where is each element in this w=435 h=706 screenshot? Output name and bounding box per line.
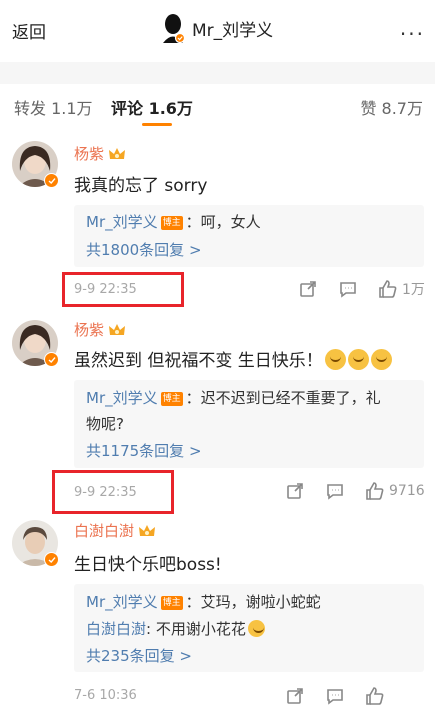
reply-line: Mr_刘学义 博主 ：迟不迟到已经不重要了，礼	[86, 387, 381, 408]
highlight-box	[52, 470, 174, 514]
section-gap	[0, 62, 435, 84]
tab-reposts[interactable]: 转发 1.1万	[14, 95, 93, 119]
reply-text: ：迟不迟到已经不重要了，礼	[185, 389, 381, 407]
reply-text: ：艾玛，谢啦小蛇蛇	[185, 593, 321, 611]
comment-text: 虽然迟到 但祝福不变 生日快乐！	[74, 346, 392, 371]
share-icon	[300, 281, 316, 297]
verified-badge-icon	[44, 352, 59, 367]
laughing-emoji-icon	[324, 349, 346, 370]
comment-icon	[327, 484, 343, 500]
reply-author-name[interactable]: Mr_刘学义	[86, 213, 158, 231]
view-replies-link[interactable]: 共235条回复 >	[86, 645, 192, 666]
comment-button[interactable]	[325, 481, 345, 501]
tab-bar: 转发 1.1万 评论 1.6万 赞 8.7万	[0, 84, 435, 128]
profile-avatar-icon	[160, 13, 186, 44]
thumbs-up-icon	[379, 280, 397, 298]
comment-button[interactable]	[338, 279, 358, 299]
reply-author-name[interactable]: 白澍白澍	[86, 620, 146, 638]
active-tab-indicator	[142, 123, 172, 126]
reply-line: Mr_刘学义 博主 ：呵，女人	[86, 211, 261, 232]
reply-text: : 不用谢小花花	[146, 620, 246, 638]
laughing-emoji-icon	[370, 349, 392, 370]
reply-line: 白澍白澍: 不用谢小花花	[86, 618, 265, 639]
comment-actions: 9716	[285, 481, 425, 501]
comment-actions	[285, 686, 385, 706]
comment-icon	[327, 689, 343, 705]
share-icon	[287, 688, 303, 704]
share-button[interactable]	[285, 686, 305, 706]
reply-line-continued: 物呢?	[86, 415, 124, 433]
like-button[interactable]: 1万	[378, 279, 425, 299]
verified-badge-icon	[44, 552, 59, 567]
highlight-box	[62, 272, 184, 307]
reply-box[interactable]: Mr_刘学义 博主 ：艾玛，谢啦小蛇蛇 白澍白澍: 不用谢小花花 共235条回复 >	[74, 584, 424, 672]
thumbs-up-icon	[366, 482, 384, 500]
more-options-button[interactable]: ...	[400, 16, 425, 40]
author-badge: 博主	[160, 216, 183, 230]
comment-text: 生日快个乐吧boss!	[74, 555, 222, 575]
back-button[interactable]: 返回	[12, 18, 46, 43]
reply-box[interactable]: Mr_刘学义 博主 ：呵，女人 共1800条回复 >	[74, 205, 424, 267]
view-replies-link[interactable]: 共1175条回复 >	[86, 440, 202, 461]
share-button[interactable]	[298, 279, 318, 299]
comment-icon	[340, 282, 356, 298]
reply-box[interactable]: Mr_刘学义 博主 ：迟不迟到已经不重要了，礼 物呢? 共1175条回复 >	[74, 380, 424, 468]
author-badge: 博主	[160, 596, 183, 610]
comment-username[interactable]: 杨紫	[74, 143, 126, 164]
like-button[interactable]	[365, 686, 385, 706]
laughing-emoji-icon	[347, 349, 369, 370]
page-title: Mr_刘学义	[192, 20, 274, 41]
comment-item: 白澍白澍 生日快个乐吧boss! Mr_刘学义 博主 ：艾玛，谢啦小蛇蛇 白澍白澍:…	[0, 512, 435, 706]
tab-likes[interactable]: 赞 8.7万	[360, 95, 423, 119]
like-button[interactable]: 9716	[365, 481, 425, 501]
thumbs-up-icon	[366, 687, 384, 705]
crown-icon	[139, 524, 156, 536]
share-icon	[287, 483, 303, 499]
comment-time: 7-6 10:36	[74, 688, 137, 703]
comment-text: 我真的忘了 sorry	[74, 176, 208, 196]
like-count: 1万	[402, 282, 425, 298]
crown-icon	[109, 323, 126, 335]
verified-badge-icon	[44, 173, 59, 188]
like-count: 9716	[389, 483, 425, 499]
comment-username[interactable]: 杨紫	[74, 319, 126, 340]
comment-button[interactable]	[325, 686, 345, 706]
view-replies-link[interactable]: 共1800条回复 >	[86, 239, 202, 260]
blushing-emoji-icon	[247, 620, 265, 637]
title-area[interactable]: Mr_刘学义	[160, 12, 273, 44]
reply-author-name[interactable]: Mr_刘学义	[86, 593, 158, 611]
share-button[interactable]	[285, 481, 305, 501]
top-bar: 返回 Mr_刘学义 ...	[0, 0, 435, 62]
comment-actions: 1万	[298, 279, 425, 299]
comment-username[interactable]: 白澍白澍	[74, 520, 156, 541]
reply-text: ：呵，女人	[185, 213, 261, 231]
crown-icon	[109, 147, 126, 159]
author-badge: 博主	[160, 392, 183, 406]
reply-author-name[interactable]: Mr_刘学义	[86, 389, 158, 407]
reply-line: Mr_刘学义 博主 ：艾玛，谢啦小蛇蛇	[86, 591, 321, 612]
tab-comments[interactable]: 评论 1.6万	[111, 95, 193, 119]
